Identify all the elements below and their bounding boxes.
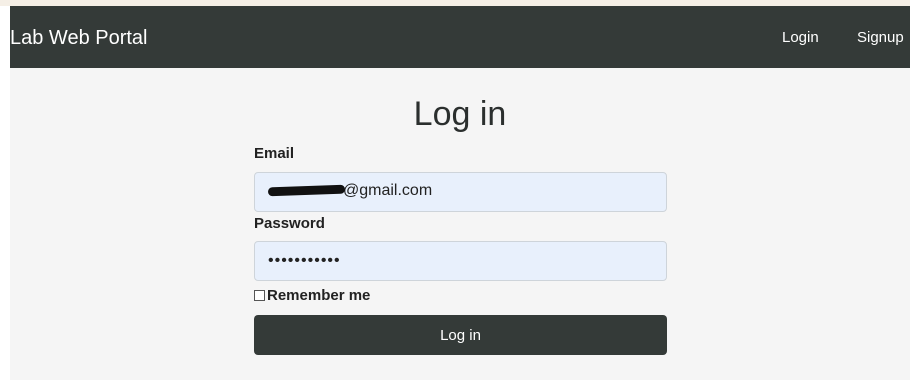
login-content: Log in Email @gmail.com Password Remembe… <box>10 68 910 380</box>
nav-signup-link[interactable]: Signup <box>857 29 904 47</box>
page-title: Log in <box>413 95 507 133</box>
password-label: Password <box>254 215 325 232</box>
remember-me-checkbox[interactable] <box>254 290 265 301</box>
remember-me-row[interactable]: Remember me <box>254 287 370 304</box>
navbar: Lab Web Portal Login Signup <box>10 6 910 68</box>
password-field[interactable] <box>254 241 667 281</box>
nav-login-link[interactable]: Login <box>782 29 819 47</box>
login-button[interactable]: Log in <box>254 315 667 355</box>
email-label: Email <box>254 145 295 162</box>
remember-me-label: Remember me <box>267 287 371 304</box>
brand-logo[interactable]: Lab Web Portal <box>10 26 148 50</box>
email-domain-text: @gmail.com <box>343 182 433 199</box>
